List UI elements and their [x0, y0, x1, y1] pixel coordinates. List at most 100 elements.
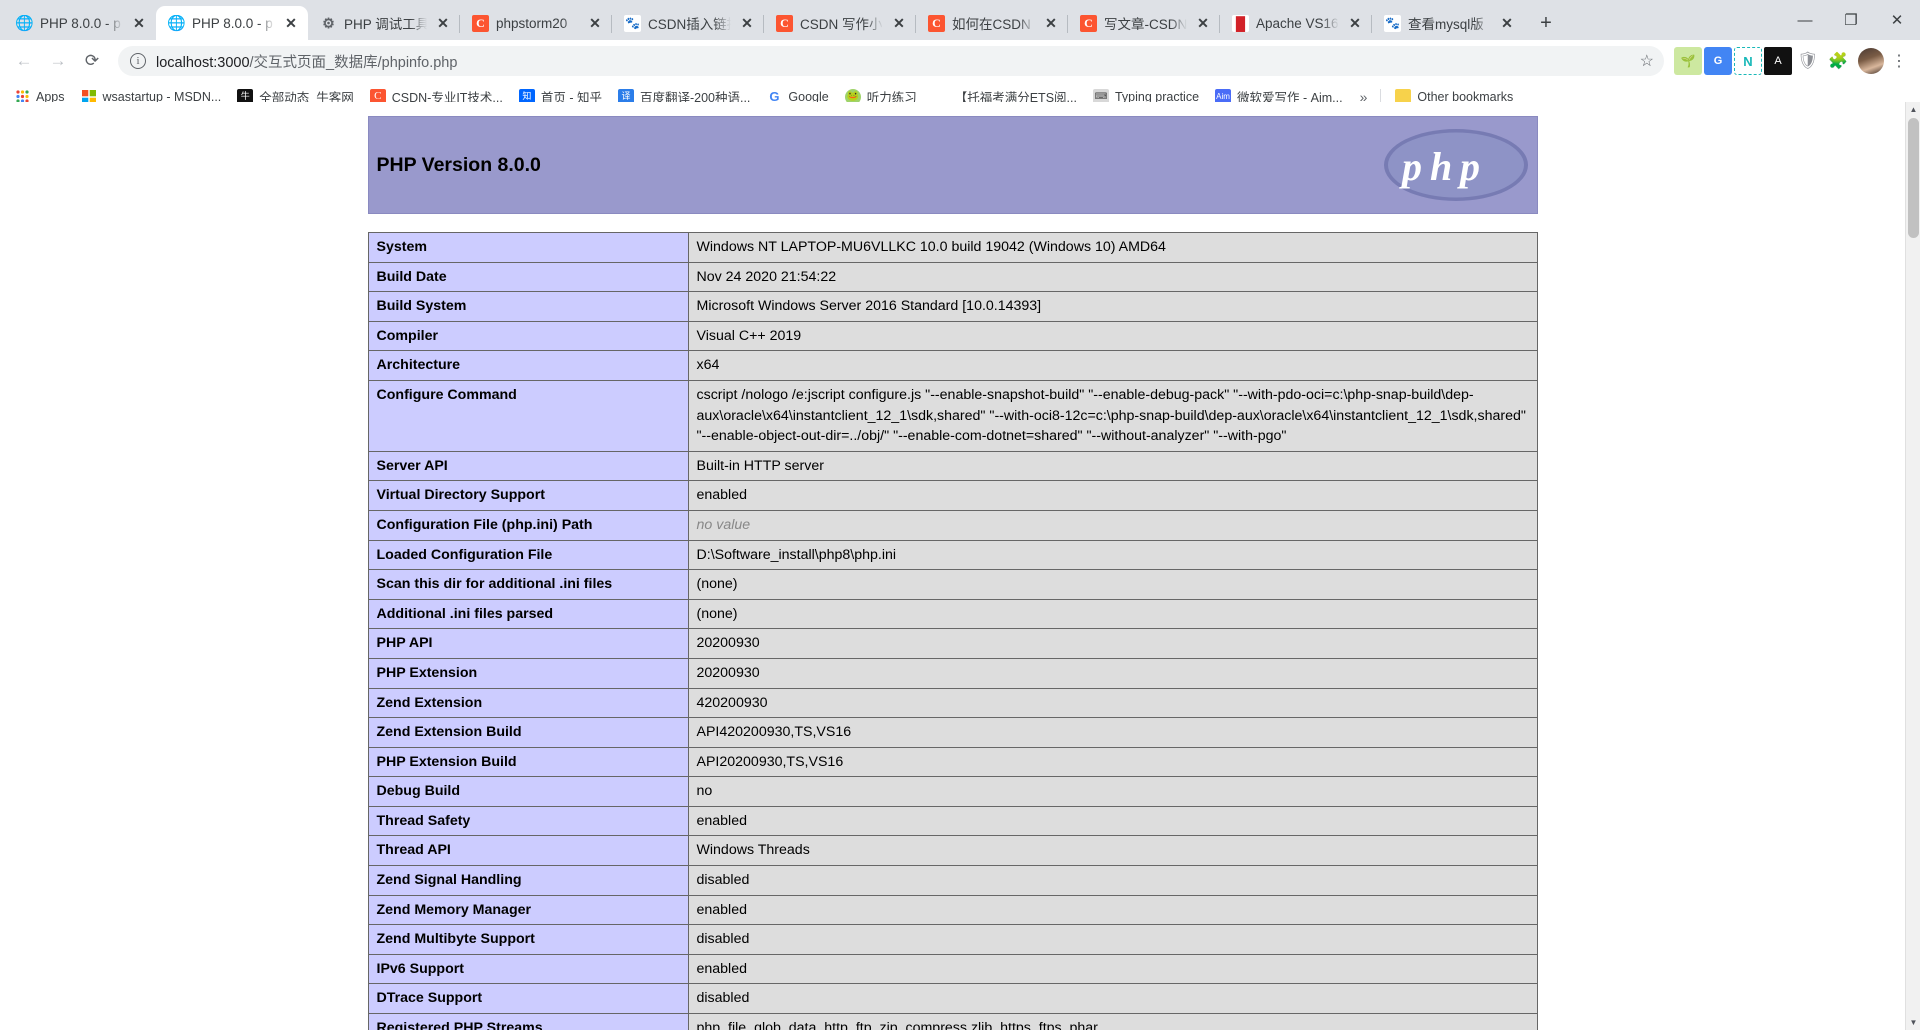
browser-tab[interactable]: C CSDN 写作小 ✕ [763, 6, 916, 40]
table-row: Registered PHP Streams php, file, glob, d… [367, 1013, 1538, 1030]
tab-close-icon[interactable]: ✕ [738, 14, 756, 32]
minimize-button[interactable]: — [1782, 0, 1828, 40]
info-key-cell: PHP Extension Build [367, 746, 689, 778]
reload-button[interactable]: ⟳ [76, 45, 108, 77]
browser-tab[interactable]: ⚙ PHP 调试工具 ✕ [308, 6, 460, 40]
info-value-cell: Nov 24 2020 21:54:22 [687, 261, 1538, 293]
info-value-cell: API20200930,TS,VS16 [687, 746, 1538, 778]
tab-close-icon[interactable]: ✕ [586, 14, 604, 32]
table-row: Compiler Visual C++ 2019 [367, 320, 1538, 352]
tab-title: PHP 8.0.0 - p [40, 15, 121, 31]
table-row: DTrace Support disabled [367, 983, 1538, 1015]
csdn-icon: C [472, 14, 489, 32]
info-value-cell: (none) [687, 598, 1538, 630]
info-key-cell: Configure Command [367, 379, 689, 452]
maximize-button[interactable]: ❐ [1828, 0, 1874, 40]
phpinfo-table: System Windows NT LAPTOP-MU6VLLKC 10.0 bu… [367, 232, 1538, 1030]
chrome-menu-icon[interactable]: ⋮ [1886, 47, 1912, 75]
info-key-cell: Additional .ini files parsed [367, 598, 689, 630]
info-key-cell: Scan this dir for additional .ini files [367, 569, 689, 600]
info-value-cell: API420200930,TS,VS16 [687, 717, 1538, 748]
table-row: Additional .ini files parsed (none) [367, 598, 1538, 630]
back-button[interactable]: ← [8, 45, 40, 77]
tab-title: PHP 8.0.0 - p [192, 15, 273, 31]
window-controls: — ❐ ✕ [1782, 0, 1920, 40]
svg-text:p: p [1399, 144, 1422, 189]
profile-avatar[interactable] [1858, 48, 1884, 74]
new-tab-button[interactable]: + [1532, 9, 1560, 37]
info-value-cell: enabled [687, 894, 1538, 926]
browser-tab[interactable]: C 写文章-CSDN ✕ [1067, 6, 1220, 40]
table-row: Zend Extension 420200930 [367, 687, 1538, 719]
apache-icon: █ [1232, 14, 1249, 32]
info-key-cell: Zend Multibyte Support [367, 924, 689, 955]
tab-title: Apache VS16 [1256, 15, 1339, 31]
info-value-cell: 20200930 [687, 657, 1538, 689]
tab-title: 如何在CSDN [952, 17, 1031, 32]
plant-extension-icon[interactable]: 🌱 [1674, 47, 1702, 75]
table-row: Server API Built-in HTTP server [367, 450, 1538, 482]
tab-close-icon[interactable]: ✕ [282, 14, 300, 32]
forward-button[interactable]: → [42, 45, 74, 77]
table-row: Build System Microsoft Windows Server 201… [367, 291, 1538, 322]
info-value-cell: Built-in HTTP server [687, 450, 1538, 482]
table-row: Zend Extension Build API420200930,TS,VS16 [367, 717, 1538, 748]
browser-tab[interactable]: 🌐 PHP 8.0.0 - p ✕ [156, 6, 308, 40]
page-scrollbar[interactable]: ▲ ▼ [1905, 102, 1920, 1030]
info-value-cell: x64 [687, 350, 1538, 381]
info-value-cell: D:\Software_install\php8\php.ini [687, 539, 1538, 571]
tab-title: phpstorm20 [496, 15, 568, 31]
table-row: Thread API Windows Threads [367, 835, 1538, 867]
tab-close-icon[interactable]: ✕ [1194, 14, 1212, 32]
info-key-cell: Loaded Configuration File [367, 539, 689, 571]
address-bar[interactable]: i localhost:3000/交互式页面_数据库/phpinfo.php ☆ [118, 46, 1664, 76]
close-window-button[interactable]: ✕ [1874, 0, 1920, 40]
info-value-cell: disabled [687, 924, 1538, 955]
google-translate-icon[interactable]: G [1704, 47, 1732, 75]
browser-tab[interactable]: 🌐 PHP 8.0.0 - p ✕ [4, 6, 156, 40]
tab-close-icon[interactable]: ✕ [130, 14, 148, 32]
browser-tab[interactable]: █ Apache VS16 ✕ [1219, 6, 1372, 40]
browser-tab[interactable]: 🐾 查看mysql版 ✕ [1371, 6, 1524, 40]
info-value-cell: Windows Threads [687, 835, 1538, 867]
no-value-text: no value [696, 516, 751, 533]
astar-extension-icon[interactable]: A [1764, 47, 1792, 75]
shield-extension-icon[interactable]: 🛡 [1794, 47, 1822, 75]
info-value-cell: Visual C++ 2019 [687, 320, 1538, 352]
baidu-icon: 🐾 [1384, 14, 1401, 32]
tab-close-icon[interactable]: ✕ [434, 14, 452, 32]
tab-close-icon[interactable]: ✕ [1042, 14, 1060, 32]
tab-separator [763, 15, 764, 33]
table-row: PHP Extension Build API20200930,TS,VS16 [367, 746, 1538, 778]
notion-clipper-icon[interactable]: N [1734, 47, 1762, 75]
table-row: Architecture x64 [367, 350, 1538, 381]
tab-separator [1067, 15, 1068, 33]
php-logo-icon: p h p [1381, 125, 1531, 205]
scrollbar-thumb[interactable] [1908, 118, 1919, 238]
info-value-cell: Windows NT LAPTOP-MU6VLLKC 10.0 build 19… [687, 232, 1538, 263]
phpinfo-header: PHP Version 8.0.0 p h p [367, 116, 1538, 214]
globe-icon: 🌐 [16, 14, 33, 32]
bookmark-star-icon[interactable]: ☆ [1640, 51, 1654, 71]
table-row: PHP API 20200930 [367, 628, 1538, 659]
info-value-cell: disabled [687, 865, 1538, 896]
scroll-up-arrow[interactable]: ▲ [1906, 102, 1920, 117]
tab-close-icon[interactable]: ✕ [890, 14, 908, 32]
tab-title: CSDN 写作小 [800, 17, 883, 32]
tab-close-icon[interactable]: ✕ [1498, 14, 1516, 32]
url-host: localhost:3000 [156, 54, 250, 71]
browser-tab[interactable]: 🐾 CSDN插入链接 ✕ [611, 6, 764, 40]
info-key-cell: Server API [367, 450, 689, 482]
page-viewport: PHP Version 8.0.0 p h p System Windows NT… [0, 102, 1920, 1030]
puzzle-extensions-icon[interactable]: 🧩 [1824, 47, 1852, 75]
tab-close-icon[interactable]: ✕ [1346, 14, 1364, 32]
info-value-cell: disabled [687, 983, 1538, 1015]
info-key-cell: PHP Extension [367, 657, 689, 689]
browser-tab[interactable]: Cphpstorm20 ✕ [459, 6, 612, 40]
site-info-icon[interactable]: i [130, 53, 146, 69]
scroll-down-arrow[interactable]: ▼ [1906, 1015, 1920, 1030]
tab-separator [1371, 15, 1372, 33]
info-key-cell: Zend Memory Manager [367, 894, 689, 926]
info-key-cell: DTrace Support [367, 983, 689, 1015]
browser-tab[interactable]: C 如何在CSDN ✕ [915, 6, 1068, 40]
